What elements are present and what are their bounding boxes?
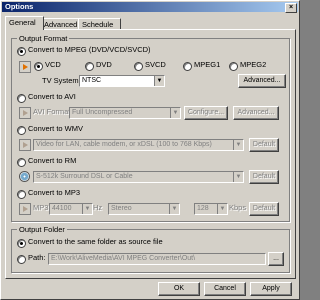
mpeg-radio[interactable] xyxy=(17,47,26,56)
wmv-profile-select[interactable]: Video for LAN, cable modem, or xDSL (100… xyxy=(33,139,244,151)
chevron-down-icon: ▼ xyxy=(233,140,243,150)
mp3-bitrate-select[interactable]: 128 ▼ xyxy=(194,203,228,215)
mp3-label: Convert to MP3 xyxy=(28,188,81,197)
mp3-label-short: MP3 xyxy=(33,203,49,212)
mpeg-advanced-button[interactable]: Advanced... xyxy=(238,74,286,88)
same-folder-radio[interactable] xyxy=(17,239,26,248)
vcd-label: VCD xyxy=(45,60,61,69)
avi-configure-button[interactable]: Configure... xyxy=(184,106,228,120)
play-icon xyxy=(19,203,31,215)
avi-format-select[interactable]: Full Uncompressed ▼ xyxy=(69,107,181,119)
play-icon xyxy=(19,139,31,151)
play-icon xyxy=(19,61,31,73)
path-radio[interactable] xyxy=(17,255,26,264)
close-icon[interactable]: × xyxy=(285,3,297,13)
chevron-down-icon: ▼ xyxy=(169,204,179,214)
mpeg1-label: MPEG1 xyxy=(194,60,221,69)
mpeg-label: Convert to MPEG (DVD/VCD/SVCD) xyxy=(28,45,151,54)
wmv-radio[interactable] xyxy=(17,126,26,135)
mpeg1-radio[interactable] xyxy=(183,62,192,71)
rm-profile-select[interactable]: S-512k Surround DSL or Cable ▼ xyxy=(33,171,244,183)
avi-format-value: Full Uncompressed xyxy=(72,109,133,116)
chevron-down-icon: ▼ xyxy=(233,172,243,182)
play-icon xyxy=(19,107,31,119)
rm-radio[interactable] xyxy=(17,158,26,167)
svcd-radio[interactable] xyxy=(134,62,143,71)
wmv-profile-value: Video for LAN, cable modem, or xDSL (100… xyxy=(36,141,212,148)
tv-system-value: NTSC xyxy=(82,77,102,84)
window-title: Options xyxy=(5,2,34,11)
vcd-radio[interactable] xyxy=(34,62,43,71)
chevron-down-icon: ▼ xyxy=(217,204,227,214)
browse-button[interactable]: ... xyxy=(268,252,284,266)
rm-label: Convert to RM xyxy=(28,156,77,165)
mp3-rate-value: 44100 xyxy=(52,205,72,212)
output-format-label: Output Format xyxy=(17,34,70,43)
tv-system-label: TV System: xyxy=(42,76,81,85)
mp3-rate-select[interactable]: 44100 ▼ xyxy=(49,203,93,215)
mp3-mode-value: Stereo xyxy=(111,205,132,212)
avi-radio[interactable] xyxy=(17,94,26,103)
same-folder-label: Convert to the same folder as source fil… xyxy=(28,237,163,246)
hz-label: Hz xyxy=(93,203,103,212)
chevron-down-icon: ▼ xyxy=(170,108,180,118)
avi-advanced-button[interactable]: Advanced... xyxy=(233,106,279,120)
avi-format-label: AVI Format: xyxy=(33,107,73,116)
rm-default-button[interactable]: Default xyxy=(249,170,279,184)
disc-icon xyxy=(19,171,30,182)
path-input[interactable]: E:\Work\AliveMedia\AVI MPEG Converter\Ou… xyxy=(48,253,266,265)
chevron-down-icon: ▼ xyxy=(154,76,164,86)
cancel-button[interactable]: Cancel xyxy=(204,282,246,296)
title-bar[interactable]: Options × xyxy=(2,2,298,13)
rm-profile-value: S-512k Surround DSL or Cable xyxy=(36,173,133,180)
path-label: Path: xyxy=(28,253,46,262)
output-format-group: Output Format Convert to MPEG (DVD/VCD/S… xyxy=(11,34,290,222)
ok-button[interactable]: OK xyxy=(158,282,200,296)
wmv-label: Convert to WMV xyxy=(28,124,84,133)
output-folder-label: Output Folder xyxy=(17,225,67,234)
dvd-label: DVD xyxy=(96,60,112,69)
svcd-label: SVCD xyxy=(145,60,166,69)
avi-label: Convert to AVI xyxy=(28,92,76,101)
tv-system-select[interactable]: NTSC ▼ xyxy=(79,75,165,87)
general-panel: Output Format Convert to MPEG (DVD/VCD/S… xyxy=(5,29,296,279)
apply-button[interactable]: Apply xyxy=(250,282,292,296)
tab-general[interactable]: General xyxy=(5,16,44,30)
chevron-down-icon: ▼ xyxy=(82,204,92,214)
mp3-mode-select[interactable]: Stereo ▼ xyxy=(108,203,180,215)
mpeg2-radio[interactable] xyxy=(229,62,238,71)
mp3-bitrate-value: 128 xyxy=(197,205,209,212)
mp3-default-button[interactable]: Default xyxy=(249,202,279,216)
dvd-radio[interactable] xyxy=(85,62,94,71)
kbps-label: Kbps xyxy=(229,203,247,212)
mp3-radio[interactable] xyxy=(17,190,26,199)
options-window: Options × General Advanced Schedule Outp… xyxy=(0,0,300,300)
mpeg2-label: MPEG2 xyxy=(240,60,267,69)
output-folder-group: Output Folder Convert to the same folder… xyxy=(11,225,290,273)
wmv-default-button[interactable]: Default xyxy=(249,138,279,152)
